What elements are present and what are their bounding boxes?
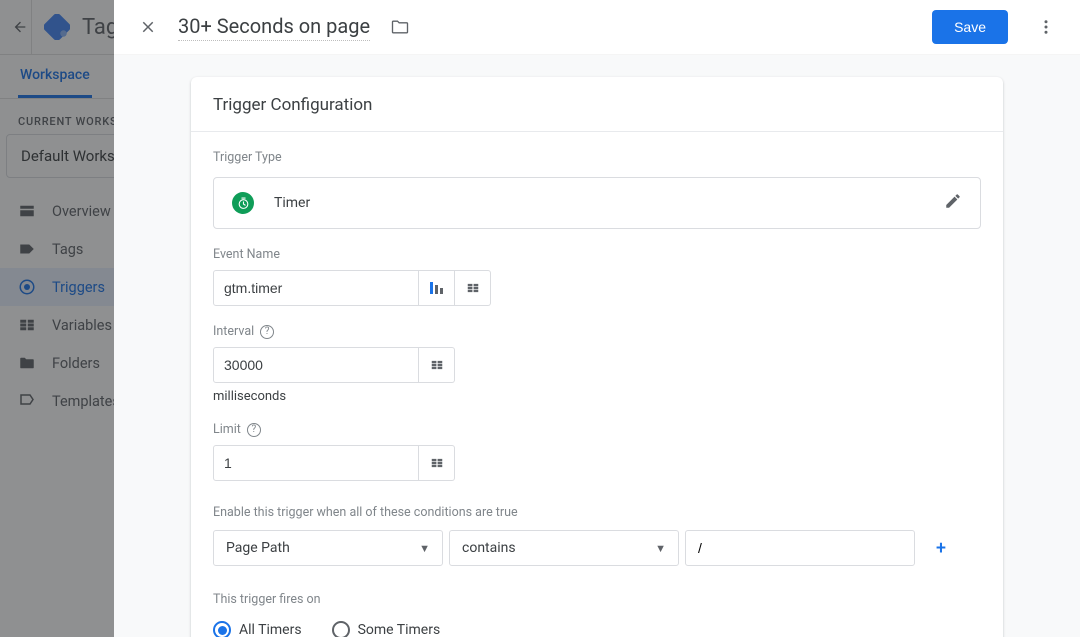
card-title: Trigger Configuration [191, 77, 1003, 131]
trigger-editor-panel: 30+ Seconds on page Save Trigger Configu… [114, 0, 1080, 637]
interval-input[interactable] [213, 347, 419, 383]
save-button[interactable]: Save [932, 10, 1008, 44]
more-menu-button[interactable] [1032, 13, 1060, 41]
trigger-type-selector[interactable]: Timer [213, 177, 981, 229]
conditions-label: Enable this trigger when all of these co… [213, 505, 981, 520]
condition-operator-select[interactable]: contains▼ [449, 530, 679, 566]
folder-icon[interactable] [386, 13, 414, 41]
variable-picker-icon[interactable] [419, 445, 455, 481]
trigger-config-card: Trigger Configuration Trigger Type Timer [191, 77, 1003, 637]
variable-picker-icon[interactable] [419, 347, 455, 383]
trigger-type-label: Trigger Type [213, 150, 981, 165]
interval-unit: milliseconds [213, 389, 981, 404]
key-format-icon[interactable] [419, 270, 455, 306]
timer-icon [232, 192, 254, 214]
radio-icon [213, 621, 231, 637]
interval-label: Interval ? [213, 324, 981, 339]
help-icon[interactable]: ? [260, 325, 274, 339]
condition-variable-select[interactable]: Page Path▼ [213, 530, 443, 566]
close-button[interactable] [134, 13, 162, 41]
trigger-name-input[interactable]: 30+ Seconds on page [178, 14, 370, 41]
limit-input[interactable] [213, 445, 419, 481]
condition-value-input[interactable] [685, 530, 915, 566]
help-icon[interactable]: ? [247, 423, 261, 437]
radio-some-timers[interactable]: Some Timers [332, 621, 441, 637]
radio-icon [332, 621, 350, 637]
add-condition-button[interactable]: + [929, 536, 953, 560]
edit-type-icon[interactable] [944, 192, 962, 214]
event-name-input[interactable] [213, 270, 419, 306]
event-name-label: Event Name [213, 247, 981, 262]
radio-all-timers[interactable]: All Timers [213, 621, 302, 637]
limit-label: Limit ? [213, 422, 981, 437]
trigger-type-value: Timer [274, 195, 310, 211]
fires-on-label: This trigger fires on [213, 592, 981, 607]
variable-picker-icon[interactable] [455, 270, 491, 306]
